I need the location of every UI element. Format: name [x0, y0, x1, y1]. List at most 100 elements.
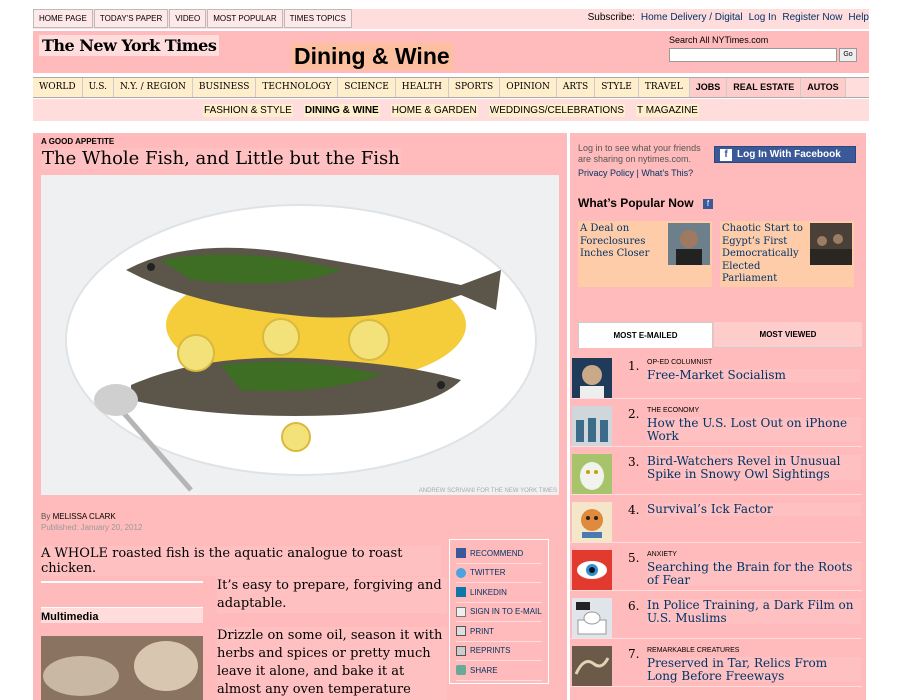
article: A GOOD APPETITE The Whole Fish, and Litt…	[33, 133, 567, 700]
list-title[interactable]: Searching the Brain for the Roots of Fea…	[647, 561, 861, 586]
reprints-icon	[456, 645, 466, 656]
subnav-weddings[interactable]: WEDDINGS/CELEBRATIONS	[488, 103, 626, 117]
published-date: Published: January 20, 2012	[41, 523, 143, 532]
top-nav-times-topics[interactable]: TIMES TOPICS	[283, 9, 352, 28]
nav-opinion[interactable]: OPINION	[500, 78, 557, 97]
list-number: 6.	[628, 599, 640, 613]
facebook-prompt: Log in to see what your friends are shar…	[578, 143, 701, 164]
top-nav-most-popular[interactable]: MOST POPULAR	[207, 9, 283, 28]
whats-this-link[interactable]: What’s This?	[641, 168, 693, 178]
recommend-button[interactable]: RECOMMEND	[456, 544, 542, 564]
list-item[interactable]: 3. Bird-Watchers Revel in Unusual Spike …	[570, 449, 862, 495]
nav-business[interactable]: BUSINESS	[192, 78, 257, 97]
nav-us[interactable]: U.S.	[82, 78, 114, 97]
subnav-dining-wine[interactable]: DINING & WINE	[303, 103, 380, 117]
cartoon-thumbnail	[572, 502, 612, 542]
print-label: PRINT	[470, 626, 494, 636]
envelope-icon	[456, 606, 466, 617]
top-nav: HOME PAGE TODAY'S PAPER VIDEO MOST POPUL…	[33, 9, 353, 28]
list-title[interactable]: In Police Training, a Dark Film on U.S. …	[647, 599, 861, 624]
twitter-button[interactable]: TWITTER	[456, 564, 542, 583]
facebook-login-button[interactable]: f Log In With Facebook	[714, 146, 856, 163]
eye-thumbnail	[572, 550, 612, 590]
list-item[interactable]: 1. OP-ED COLUMNIST Free-Market Socialism	[570, 353, 862, 399]
list-kicker: OP-ED COLUMNIST	[647, 359, 713, 366]
popular-item-title[interactable]: A Deal on Foreclosures Inches Closer	[580, 223, 662, 261]
list-title[interactable]: Survival’s Ick Factor	[647, 503, 861, 516]
home-delivery-link[interactable]: Home Delivery / Digital	[641, 12, 743, 23]
top-nav-home-page[interactable]: HOME PAGE	[33, 9, 93, 28]
list-title[interactable]: How the U.S. Lost Out on iPhone Work	[647, 417, 861, 442]
tab-most-viewed[interactable]: MOST VIEWED	[714, 322, 862, 348]
facebook-icon	[456, 548, 466, 559]
tab-most-emailed[interactable]: MOST E-MAILED	[578, 322, 713, 348]
print-button[interactable]: PRINT	[456, 622, 542, 642]
article-tools: RECOMMEND TWITTER LINKEDIN SIGN IN TO E-…	[449, 539, 549, 684]
capitol-thumbnail	[572, 598, 612, 638]
author-link[interactable]: MELISSA CLARK	[53, 512, 116, 521]
subnav-fashion-style[interactable]: FASHION & STYLE	[203, 103, 293, 117]
article-photo[interactable]: ANDREW SCRIVANI FOR THE NEW YORK TIMES	[41, 175, 559, 495]
privacy-policy-link[interactable]: Privacy Policy	[578, 168, 634, 178]
nav-jobs[interactable]: JOBS	[689, 78, 728, 97]
list-item[interactable]: 5. ANXIETY Searching the Brain for the R…	[570, 545, 862, 591]
list-number: 5.	[628, 551, 640, 565]
main-nav: WORLD U.S. N.Y. / REGION BUSINESS TECHNO…	[33, 77, 869, 98]
nav-health[interactable]: HEALTH	[395, 78, 449, 97]
list-title[interactable]: Preserved in Tar, Relics From Long Befor…	[647, 657, 861, 682]
fossil-thumbnail	[572, 646, 612, 686]
list-item[interactable]: 4. Survival’s Ick Factor	[570, 497, 862, 543]
email-button[interactable]: SIGN IN TO E-MAIL	[456, 603, 542, 622]
popular-item[interactable]: A Deal on Foreclosures Inches Closer	[578, 221, 712, 287]
list-item[interactable]: 6. In Police Training, a Dark Film on U.…	[570, 593, 862, 639]
multimedia-heading: Multimedia	[41, 607, 203, 623]
subnav-home-garden[interactable]: HOME & GARDEN	[390, 103, 478, 117]
search-go-button[interactable]: Go	[839, 48, 857, 62]
search-input[interactable]	[669, 48, 837, 62]
log-in-link[interactable]: Log In	[749, 12, 777, 23]
right-column: Log in to see what your friends are shar…	[570, 133, 866, 700]
reprints-label: REPRINTS	[470, 646, 511, 656]
nav-technology[interactable]: TECHNOLOGY	[256, 78, 339, 97]
subnav-t-magazine[interactable]: T MAGAZINE	[636, 103, 699, 117]
nav-arts[interactable]: ARTS	[556, 78, 596, 97]
nyt-logo[interactable]: The New York Times	[39, 35, 220, 56]
list-number: 1.	[628, 359, 640, 373]
popular-item-title[interactable]: Chaotic Start to Egypt’s First Democrati…	[722, 223, 804, 286]
nav-real-estate[interactable]: REAL ESTATE	[727, 78, 802, 97]
register-link[interactable]: Register Now	[782, 12, 842, 23]
nav-autos[interactable]: AUTOS	[801, 78, 846, 97]
columnist-thumbnail	[572, 358, 612, 398]
recommend-label: RECOMMEND	[470, 548, 524, 558]
linkedin-label: LINKEDIN	[470, 587, 507, 597]
article-paragraph-2: Drizzle on some oil, season it with herb…	[217, 627, 447, 700]
nav-travel[interactable]: TRAVEL	[638, 78, 690, 97]
list-kicker: REMARKABLE CREATURES	[647, 647, 740, 654]
article-kicker[interactable]: A GOOD APPETITE	[41, 137, 114, 146]
list-title[interactable]: Free-Market Socialism	[647, 369, 861, 382]
list-item[interactable]: 7. REMARKABLE CREATURES Preserved in Tar…	[570, 641, 862, 687]
nav-science[interactable]: SCIENCE	[338, 78, 396, 97]
list-kicker: ANXIETY	[647, 551, 677, 558]
list-title[interactable]: Bird-Watchers Revel in Unusual Spike in …	[647, 455, 861, 480]
list-item[interactable]: 2. THE ECONOMY How the U.S. Lost Out on …	[570, 401, 862, 447]
top-nav-video[interactable]: VIDEO	[169, 9, 207, 28]
linkedin-icon	[456, 587, 466, 598]
share-button[interactable]: SHARE	[456, 661, 542, 681]
section-title: Dining & Wine	[291, 43, 453, 70]
facebook-login-label: Log In With Facebook	[737, 149, 841, 160]
list-number: 4.	[628, 503, 640, 517]
search-label: Search All NYTimes.com	[669, 35, 769, 45]
popular-item[interactable]: Chaotic Start to Egypt’s First Democrati…	[720, 221, 854, 287]
facebook-links: Privacy Policy | What’s This?	[578, 168, 693, 178]
nav-world[interactable]: WORLD	[33, 78, 83, 97]
nav-ny-region[interactable]: N.Y. / REGION	[113, 78, 193, 97]
multimedia-thumbnail[interactable]	[41, 636, 203, 700]
nav-sports[interactable]: SPORTS	[448, 78, 501, 97]
reprints-button[interactable]: REPRINTS	[456, 642, 542, 661]
top-nav-todays-paper[interactable]: TODAY'S PAPER	[93, 9, 169, 28]
linkedin-button[interactable]: LINKEDIN	[456, 583, 542, 603]
help-link[interactable]: Help	[848, 12, 869, 23]
nav-style[interactable]: STYLE	[595, 78, 639, 97]
byline: By MELISSA CLARK	[41, 512, 116, 521]
